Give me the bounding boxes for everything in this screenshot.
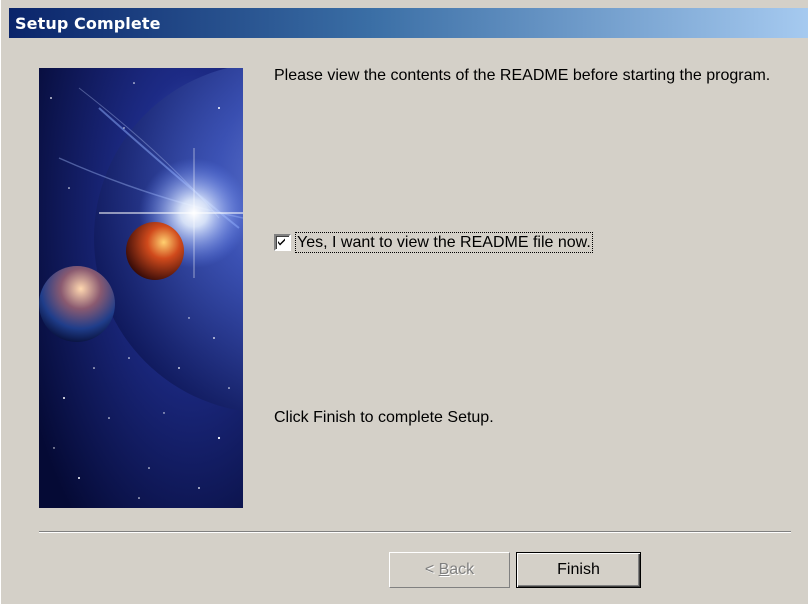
finish-button[interactable]: Finish bbox=[516, 552, 641, 588]
finish-button-label: Finish bbox=[557, 561, 600, 578]
checkmark-icon bbox=[278, 238, 285, 246]
button-separator bbox=[39, 531, 791, 533]
back-button[interactable]: < Back bbox=[389, 552, 510, 588]
view-readme-label[interactable]: Yes, I want to view the README file now. bbox=[295, 232, 593, 253]
window-title: Setup Complete bbox=[15, 13, 161, 33]
finish-instruction-text: Click Finish to complete Setup. bbox=[274, 409, 494, 426]
title-bar[interactable]: Setup Complete bbox=[9, 8, 808, 38]
setup-splash-image bbox=[39, 68, 243, 508]
back-button-mnemonic: B bbox=[438, 561, 450, 578]
setup-dialog: Setup Complete Please view the contents … bbox=[0, 0, 808, 604]
back-button-prefix: < bbox=[424, 561, 439, 578]
view-readme-checkbox[interactable] bbox=[274, 234, 291, 251]
readme-instruction-text: Please view the contents of the README b… bbox=[274, 67, 771, 84]
view-readme-option[interactable]: Yes, I want to view the README file now. bbox=[274, 232, 593, 253]
back-button-label-rest: ack bbox=[449, 561, 475, 578]
